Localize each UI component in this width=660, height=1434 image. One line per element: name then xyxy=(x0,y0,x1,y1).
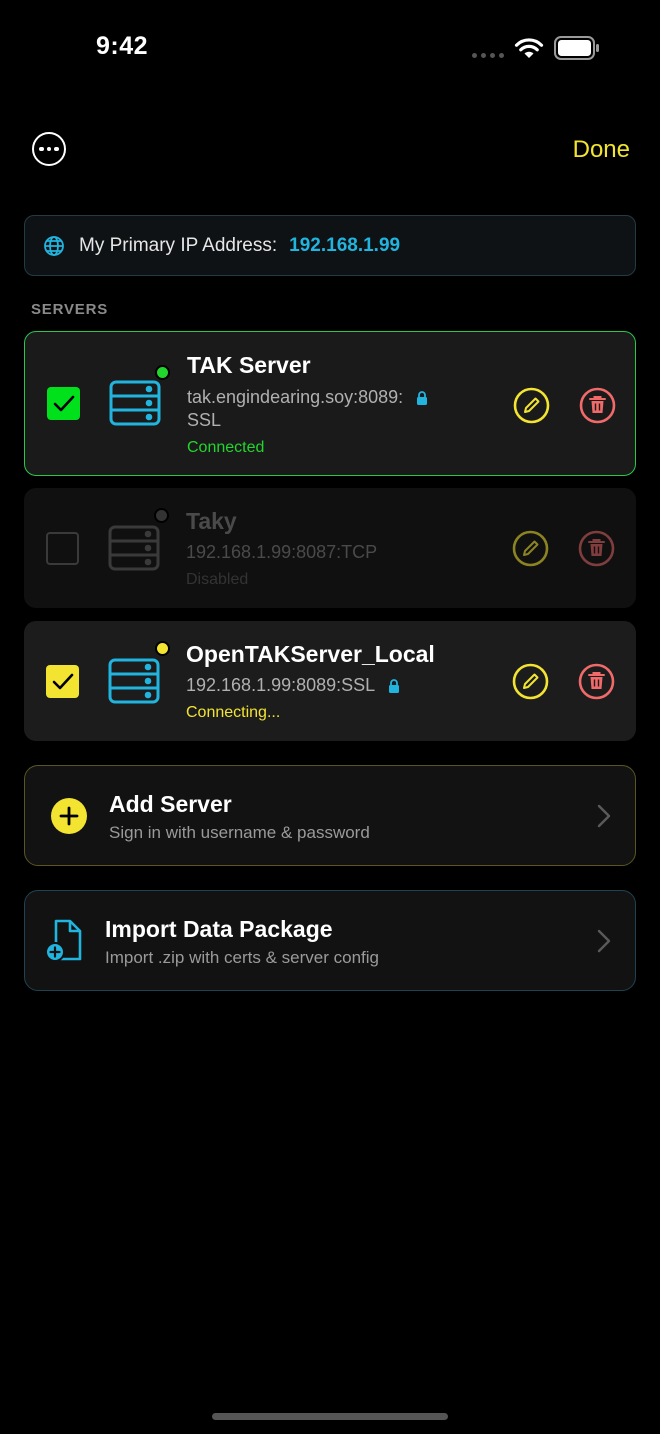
status-time: 9:42 xyxy=(96,32,149,60)
server-rack-icon xyxy=(109,380,161,426)
server-name: Taky xyxy=(186,508,237,534)
checkmark-icon xyxy=(53,395,74,411)
delete-server-button[interactable] xyxy=(579,387,616,424)
server-rack-icon xyxy=(108,525,160,571)
import-data-package-button[interactable]: Import Data Package Import .zip with cer… xyxy=(24,890,636,991)
nav-bar: Done xyxy=(0,128,660,174)
connection-status-dot xyxy=(154,508,169,523)
server-rack-icon xyxy=(108,658,160,704)
lock-icon xyxy=(417,391,428,406)
server-card-opentakserver-local[interactable]: OpenTAKServer_Local 192.168.1.99:8089:SS… xyxy=(24,621,636,741)
server-status: Disabled xyxy=(186,571,249,588)
server-status: Connecting... xyxy=(186,704,281,721)
battery-icon xyxy=(554,36,599,60)
cellular-signal-icon xyxy=(472,52,504,58)
home-indicator[interactable] xyxy=(212,1413,448,1420)
status-indicators xyxy=(472,36,600,60)
add-server-subtitle: Sign in with username & password xyxy=(109,823,370,842)
connection-status-dot xyxy=(155,365,170,380)
ip-value: 192.168.1.99 xyxy=(289,234,401,256)
server-address: 192.168.1.99:8087:TCP xyxy=(186,542,378,562)
server-enabled-checkbox[interactable] xyxy=(46,665,79,698)
server-enabled-checkbox[interactable] xyxy=(46,532,79,565)
server-name: TAK Server xyxy=(187,352,311,378)
globe-icon xyxy=(43,235,65,257)
server-address-line2: SSL xyxy=(187,410,222,430)
server-address: tak.engindearing.soy:8089: SSL xyxy=(187,386,428,432)
server-address-line1: 192.168.1.99:8089:SSL xyxy=(186,675,375,695)
server-name: OpenTAKServer_Local xyxy=(186,641,435,667)
ellipsis-icon xyxy=(39,146,44,152)
section-header-servers: SERVERS xyxy=(31,301,109,318)
add-server-title: Add Server xyxy=(109,791,232,817)
edit-server-button[interactable] xyxy=(512,663,549,700)
done-button[interactable]: Done xyxy=(573,136,630,164)
connection-status-dot xyxy=(155,641,170,656)
edit-server-button[interactable] xyxy=(513,387,550,424)
server-card-tak-server[interactable]: TAK Server tak.engindearing.soy:8089: SS… xyxy=(24,331,636,476)
server-address-line1: tak.engindearing.soy:8089: xyxy=(187,387,404,407)
server-address: 192.168.1.99:8089:SSL xyxy=(186,674,400,697)
delete-server-button[interactable] xyxy=(578,663,615,700)
ip-label: My Primary IP Address: xyxy=(79,234,278,256)
chevron-right-icon xyxy=(597,804,611,828)
add-server-button[interactable]: Add Server Sign in with username & passw… xyxy=(24,765,636,866)
server-enabled-checkbox[interactable] xyxy=(47,387,80,420)
lock-icon xyxy=(388,679,399,694)
checkmark-icon xyxy=(52,673,73,689)
server-card-taky[interactable]: Taky 192.168.1.99:8087:TCP Disabled xyxy=(24,488,636,608)
primary-ip-card: My Primary IP Address: 192.168.1.99 xyxy=(24,215,636,276)
edit-server-button[interactable] xyxy=(512,530,549,567)
document-add-icon xyxy=(45,919,82,962)
import-package-title: Import Data Package xyxy=(105,916,333,942)
wifi-icon xyxy=(514,38,544,58)
delete-server-button[interactable] xyxy=(578,530,615,567)
import-package-subtitle: Import .zip with certs & server config xyxy=(105,948,379,967)
server-status: Connected xyxy=(187,439,265,456)
status-bar: 9:42 xyxy=(0,0,660,100)
chevron-right-icon xyxy=(597,929,611,953)
plus-circle-icon xyxy=(51,798,87,834)
more-options-button[interactable] xyxy=(32,132,66,166)
